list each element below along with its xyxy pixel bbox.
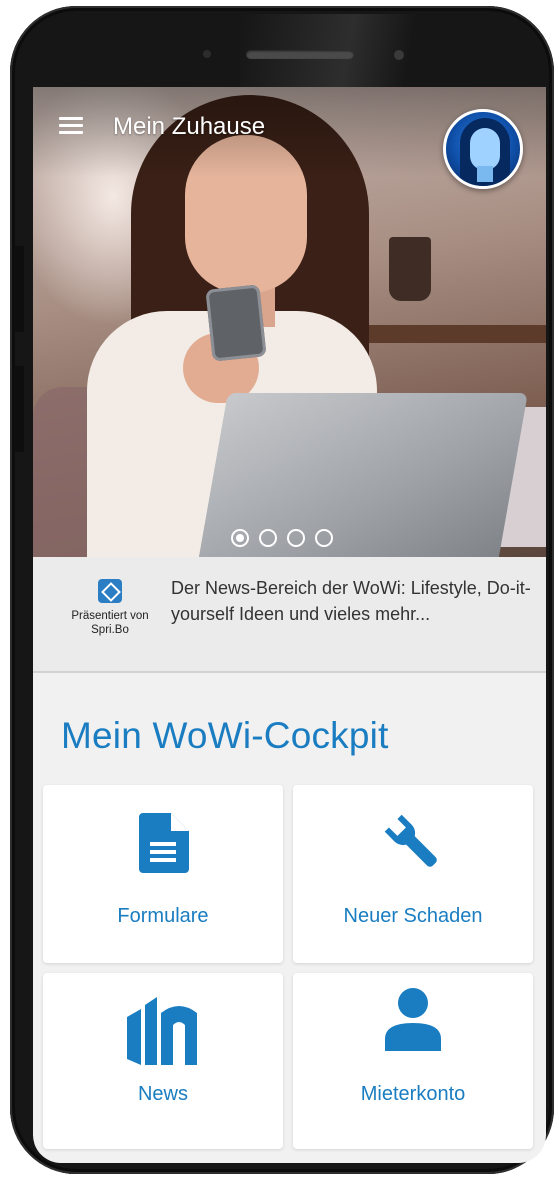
tile-label-mieterkonto: Mieterkonto (360, 1083, 466, 1105)
cockpit-heading: Mein WoWi-Cockpit (61, 715, 389, 756)
hero-photo-mug (389, 237, 431, 301)
document-icon (139, 813, 189, 873)
side-button-top (14, 246, 24, 332)
avatar-neck (477, 166, 493, 182)
tile-label-neuer-schaden: Neuer Schaden (343, 905, 483, 927)
carousel-dot-4[interactable] (315, 529, 333, 547)
carousel-dot-3[interactable] (287, 529, 305, 547)
proximity-sensor (394, 50, 404, 60)
news-teaser-text: Der News-Bereich der WoWi: Lifestyle, Do… (171, 578, 531, 624)
hero-photo-smartphone (205, 284, 267, 362)
side-button-bottom (14, 366, 24, 452)
news-teaser[interactable]: Präsentiert von Spri.Bo Der News-Bereich… (33, 557, 546, 673)
earpiece-speaker (246, 50, 354, 59)
hamburger-menu-icon[interactable] (59, 117, 83, 135)
news-building-icon (127, 997, 197, 1065)
carousel-dot-1[interactable] (231, 529, 249, 547)
person-icon (385, 988, 441, 1051)
carousel-dot-2[interactable] (259, 529, 277, 547)
wrench-icon (384, 814, 437, 867)
tile-label-news: News (137, 1083, 188, 1105)
front-camera (203, 50, 211, 58)
page-title: Mein Zuhause (113, 113, 266, 140)
sponsor-logo-icon (98, 579, 122, 603)
sponsor-label-line1: Präsentiert von (71, 610, 149, 622)
sponsor-block: Präsentiert von Spri.Bo (57, 579, 163, 637)
sponsor-label-line2: Spri.Bo (91, 624, 129, 636)
tile-label-formulare: Formulare (117, 905, 209, 927)
avatar[interactable] (443, 109, 523, 189)
tile-formulare[interactable]: Formulare (43, 785, 283, 963)
tile-news[interactable]: News (43, 973, 283, 1149)
app-screen: Mein Zuhause Präsentiert von Spri.Bo Der… (33, 87, 546, 1163)
hero-carousel[interactable]: Mein Zuhause (33, 87, 546, 557)
tile-mieterkonto[interactable]: Mieterkonto (293, 973, 533, 1149)
tile-neuer-schaden[interactable]: Neuer Schaden (293, 785, 533, 963)
avatar-face (470, 128, 500, 170)
carousel-pagination (231, 529, 333, 547)
